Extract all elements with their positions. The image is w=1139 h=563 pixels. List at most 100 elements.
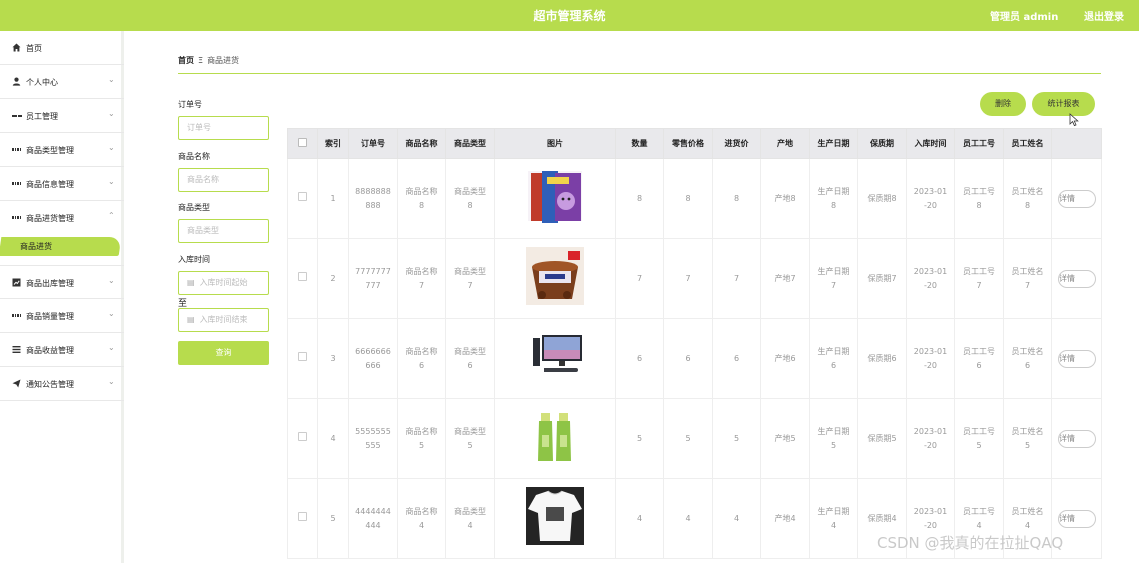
sidebar-item-staff[interactable]: 员工管理 ⌄ — [0, 99, 124, 133]
sidebar-item-revenue[interactable]: 商品收益管理 ⌄ — [0, 333, 124, 367]
cell-production-date-line: 生产日期 — [817, 506, 850, 516]
row-select-cell[interactable] — [287, 398, 318, 479]
cell-product-name: 商品名称 4 — [397, 478, 446, 559]
cell-quantity: 8 — [615, 158, 664, 239]
type-input[interactable]: 商品类型 — [178, 219, 269, 243]
select-all-checkbox[interactable] — [298, 138, 307, 147]
cell-cost-price: 7 — [712, 238, 761, 319]
sidebar-item-label: 商品进货管理 — [26, 214, 74, 223]
select-all-header[interactable] — [287, 128, 318, 159]
sidebar-item-sales[interactable]: 商品销量管理 ⌄ — [0, 299, 124, 333]
cell-actions: 详情 — [1051, 318, 1102, 399]
detail-button[interactable]: 详情 — [1058, 269, 1096, 288]
cell-origin: 产地6 — [760, 318, 810, 399]
cell-product-name-line: 5 — [418, 440, 425, 450]
table-row[interactable]: 1 8888888 888 商品名称 8 商品类型 8 8 8 8 产地8 生产日期 8 保质期8 2023… — [287, 158, 1102, 239]
time-start-input[interactable]: ▤ 入库时间起始 — [178, 271, 269, 295]
cell-order-no-line: 8888888 — [355, 186, 391, 196]
sidebar-item-product-types[interactable]: 商品类型管理 ⌄ — [0, 133, 124, 167]
cell-actions: 详情 — [1051, 398, 1102, 479]
cell-inbound-time-line: 2023-01 — [913, 426, 948, 436]
column-header: 商品名称 — [397, 128, 446, 159]
row-checkbox[interactable] — [298, 351, 307, 361]
row-checkbox[interactable] — [298, 431, 307, 441]
row-select-cell[interactable] — [287, 478, 318, 559]
sidebar-item-outbound[interactable]: 商品出库管理 ⌄ — [0, 265, 124, 299]
cell-employee-no-line: 员工工号 — [963, 346, 995, 356]
cell-employee-name-line: 员工姓名 — [1011, 506, 1044, 516]
cell-product-name: 商品名称 7 — [397, 238, 446, 319]
cell-cost-price: 4 — [712, 478, 761, 559]
name-input[interactable]: 商品名称 — [178, 168, 269, 192]
time-end-input[interactable]: ▤ 入库时间结束 — [178, 308, 269, 332]
sidebar-subitem-purchase[interactable]: 商品进货 — [0, 233, 124, 259]
row-select-cell[interactable] — [287, 318, 318, 399]
sidebar-item-product-info[interactable]: 商品信息管理 ⌄ — [0, 167, 124, 201]
cell-retail-price: 4 — [663, 478, 713, 559]
cell-employee-name-line: 5 — [1024, 440, 1031, 450]
table-row[interactable]: 4 5555555 555 商品名称 5 商品类型 5 5 5 5 产地5 生产日期 5 保质期5 2023… — [287, 398, 1102, 479]
cell-employee-name: 员工姓名 5 — [1003, 398, 1052, 479]
cell-inbound-time-line: -20 — [923, 360, 938, 370]
cell-employee-no-line: 6 — [976, 360, 982, 370]
time-label: 入库时间 — [178, 255, 210, 264]
row-checkbox[interactable] — [298, 191, 307, 201]
cell-employee-no: 员工工号 7 — [954, 238, 1004, 319]
column-header: 零售价格 — [663, 128, 713, 159]
cell-product-type-line: 7 — [467, 280, 473, 290]
breadcrumb-home[interactable]: 首页 — [178, 56, 194, 65]
cell-production-date: 生产日期 4 — [809, 478, 858, 559]
cell-production-date-line: 生产日期 — [817, 186, 850, 196]
cell-index: 1 — [317, 158, 349, 239]
cell-cost-price: 6 — [712, 318, 761, 399]
table-row[interactable]: 3 6666666 666 商品名称 6 商品类型 6 6 6 6 产地6 生产日期 6 保质期6 2023… — [287, 318, 1102, 399]
cell-inbound-time: 2023-01 -20 — [906, 318, 955, 399]
cell-quantity: 5 — [615, 398, 664, 479]
cell-product-name: 商品名称 8 — [397, 158, 446, 239]
sidebar-item-profile[interactable]: 个人中心 ⌄ — [0, 65, 124, 99]
cell-employee-name-line: 8 — [1024, 200, 1031, 210]
cell-employee-no: 员工工号 6 — [954, 318, 1004, 399]
logout-button[interactable]: 退出登录 — [1084, 8, 1124, 23]
sidebar-item-label: 商品信息管理 — [26, 180, 74, 189]
sidebar-item-purchase[interactable]: 商品进货管理 ⌃ — [0, 201, 124, 235]
cell-production-date-line: 7 — [830, 280, 837, 290]
cell-inbound-time: 2023-01 -20 — [906, 158, 955, 239]
sidebar-item-label: 商品销量管理 — [26, 312, 74, 321]
detail-button[interactable]: 详情 — [1058, 189, 1096, 208]
cell-product-type-line: 商品类型 — [454, 506, 486, 516]
cell-product-type-line: 5 — [467, 440, 473, 450]
detail-button[interactable]: 详情 — [1058, 349, 1096, 368]
row-checkbox[interactable] — [298, 511, 307, 521]
detail-button[interactable]: 详情 — [1058, 509, 1096, 528]
cell-employee-name-line: 4 — [1024, 520, 1031, 530]
row-checkbox[interactable] — [298, 271, 307, 281]
sidebar-item-home[interactable]: 首页 — [0, 31, 124, 65]
calendar-icon: ▤ — [187, 278, 195, 287]
sidebar-item-label: 员工管理 — [26, 112, 58, 121]
sidebar-item-notices[interactable]: 通知公告管理 ⌄ — [0, 367, 124, 401]
cell-production-date-line: 5 — [830, 440, 837, 450]
order-label: 订单号 — [178, 100, 202, 109]
stats-button[interactable]: 统计报表 — [1032, 92, 1095, 116]
column-header: 索引 — [317, 128, 349, 159]
delete-button[interactable]: 删除 — [980, 92, 1026, 116]
cell-order-no-line: 555 — [365, 440, 381, 450]
column-header: 产地 — [760, 128, 810, 159]
cell-order-no: 6666666 666 — [348, 318, 398, 399]
row-select-cell[interactable] — [287, 158, 318, 239]
detail-button[interactable]: 详情 — [1058, 429, 1096, 448]
cell-production-date: 生产日期 5 — [809, 398, 858, 479]
home-icon — [12, 43, 21, 52]
cell-index: 2 — [317, 238, 349, 319]
order-input[interactable]: 订单号 — [178, 116, 269, 140]
column-header: 商品类型 — [445, 128, 495, 159]
cell-cost-price: 8 — [712, 158, 761, 239]
row-select-cell[interactable] — [287, 238, 318, 319]
time-start-placeholder: 入库时间起始 — [199, 278, 248, 287]
apps-icon — [12, 213, 21, 222]
sidebar-item-label: 通知公告管理 — [26, 380, 74, 389]
table-row[interactable]: 2 7777777 777 商品名称 7 商品类型 7 7 7 7 产地7 生产日期 7 保质期7 2023… — [287, 238, 1102, 319]
search-button[interactable]: 查询 — [178, 341, 269, 365]
cell-employee-name: 员工姓名 8 — [1003, 158, 1052, 239]
